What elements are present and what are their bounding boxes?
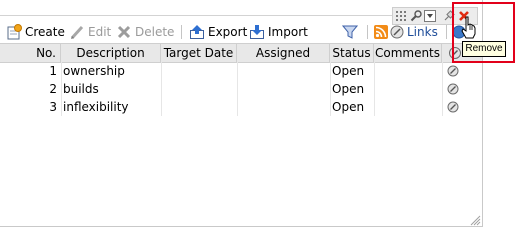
drag-grip-icon[interactable] <box>395 10 407 22</box>
toolbar-separator <box>446 25 447 39</box>
export-label: Export <box>208 25 248 39</box>
cell-assigned <box>237 80 330 98</box>
table-row[interactable]: 3 inflexibility Open <box>0 98 482 116</box>
delete-x-icon <box>117 25 131 39</box>
rss-button[interactable] <box>374 22 388 42</box>
import-button[interactable]: Import <box>249 22 308 42</box>
cell-no: 2 <box>49 82 57 96</box>
pencil-icon <box>70 25 84 40</box>
toolbar: Create Edit Delete Export Import Links <box>0 22 482 42</box>
column-header-target-date[interactable]: Target Date <box>161 44 237 62</box>
table-row[interactable]: 2 builds Open <box>0 80 482 98</box>
create-button[interactable]: Create <box>6 22 65 42</box>
cell-status: Open <box>332 100 365 114</box>
cell-assigned <box>237 98 330 116</box>
import-icon <box>250 25 264 39</box>
edit-label: Edit <box>88 25 112 39</box>
create-label: Create <box>25 25 65 39</box>
cell-target-date <box>161 80 237 98</box>
cell-no: 1 <box>49 64 57 78</box>
column-header-description[interactable]: Description <box>61 44 161 62</box>
edit-button[interactable]: Edit <box>69 22 111 42</box>
cell-description: ownership <box>63 64 125 78</box>
cell-status: Open <box>332 82 365 96</box>
column-header-status[interactable]: Status <box>330 44 374 62</box>
create-icon <box>7 24 22 40</box>
filter-funnel-icon <box>342 25 358 39</box>
table-header: No. Description Target Date Assigned Sta… <box>0 43 482 63</box>
remove-tooltip: Remove <box>462 41 506 57</box>
portlet-panel: Create Edit Delete Export Import Links N… <box>0 0 483 227</box>
export-button[interactable]: Export <box>189 22 247 42</box>
cell-links[interactable] <box>442 62 482 80</box>
cell-assigned <box>237 62 330 80</box>
cell-comments <box>374 80 442 98</box>
cell-status: Open <box>332 64 365 78</box>
toolbar-separator <box>181 25 182 39</box>
cell-comments <box>374 98 442 116</box>
link-icon <box>447 83 459 95</box>
column-header-no[interactable]: No. <box>0 44 61 62</box>
cell-description: inflexibility <box>63 100 129 114</box>
dropdown-icon[interactable] <box>424 10 436 22</box>
delete-button[interactable]: Delete <box>116 22 174 42</box>
filter-button[interactable] <box>342 22 358 42</box>
link-icon <box>447 101 459 113</box>
cell-links[interactable] <box>442 80 482 98</box>
cell-description: builds <box>63 82 99 96</box>
export-icon <box>190 25 204 39</box>
wrench-icon[interactable] <box>410 10 422 22</box>
toolbar-separator <box>367 25 368 39</box>
table-row[interactable]: 1 ownership Open <box>0 62 482 80</box>
cell-target-date <box>161 98 237 116</box>
delete-label: Delete <box>135 25 175 39</box>
cell-links[interactable] <box>442 98 482 116</box>
rss-icon <box>374 25 388 39</box>
cell-target-date <box>161 62 237 80</box>
links-button[interactable]: Links <box>390 22 438 42</box>
link-icon <box>390 25 404 39</box>
cell-no: 3 <box>49 100 57 114</box>
link-icon <box>447 65 459 77</box>
portlet-top-border <box>0 15 392 16</box>
cell-comments <box>374 62 442 80</box>
import-label: Import <box>268 25 308 39</box>
links-label: Links <box>407 25 438 39</box>
resize-grip-icon[interactable] <box>469 214 481 226</box>
column-header-assigned[interactable]: Assigned <box>237 44 330 62</box>
column-header-comments[interactable]: Comments <box>374 44 442 62</box>
